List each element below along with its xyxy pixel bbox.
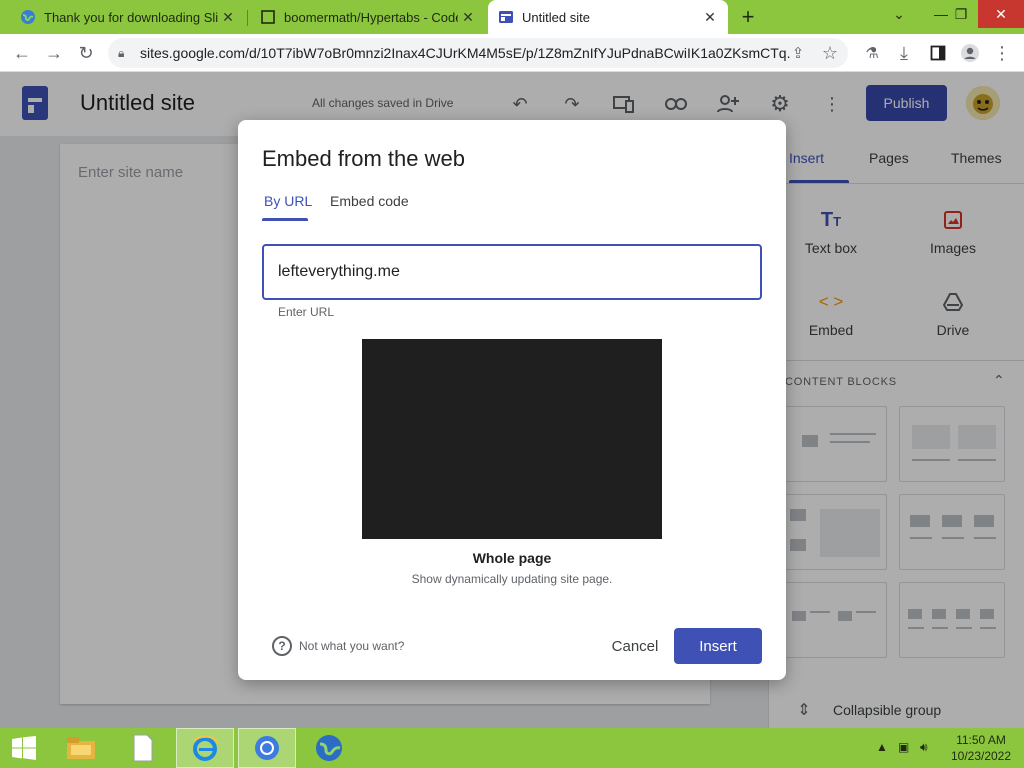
tab-by-url[interactable]: By URL (264, 193, 312, 209)
tab-title: Untitled site (522, 9, 590, 25)
restore-button[interactable]: ❐ (942, 0, 980, 28)
clock-date: 10/23/2022 (950, 749, 1012, 763)
insert-button[interactable]: Insert (674, 628, 762, 664)
tab-embed-code[interactable]: Embed code (330, 193, 409, 209)
show-hidden-icons[interactable]: ▲ (876, 740, 888, 754)
browser-tab-slimjet[interactable]: Thank you for downloading Slim ✕ (0, 0, 246, 34)
lock-icon: 🔒︎ (118, 45, 125, 60)
chrome-icon[interactable] (238, 728, 296, 768)
network-icon[interactable]: ▣ (898, 740, 909, 754)
clock-time: 11:50 AM (956, 733, 1006, 747)
new-tab-button[interactable]: + (736, 4, 760, 29)
browser-tab-codesandbox[interactable]: boomermath/Hypertabs - CodeS ✕ (240, 0, 486, 34)
globe-icon (20, 9, 36, 25)
tab-title: Thank you for downloading Slim (44, 9, 218, 25)
close-window-button[interactable]: ✕ (978, 0, 1024, 28)
system-clock[interactable]: 11:50 AM 10/23/2022 (946, 732, 1016, 764)
codesandbox-icon (260, 9, 276, 25)
internet-explorer-icon[interactable] (176, 728, 234, 768)
tab-search-icon[interactable]: ⌄ (880, 0, 918, 28)
profile-icon[interactable] (958, 41, 982, 65)
forward-icon[interactable]: → (42, 41, 66, 65)
bookmark-star-icon[interactable]: ☆ (818, 41, 842, 65)
notepad-icon[interactable] (114, 728, 172, 768)
close-tab-icon[interactable]: ✕ (458, 7, 478, 27)
reload-icon[interactable]: ↻ (74, 41, 98, 65)
embed-dialog: Embed from the web By URL Embed code lef… (238, 120, 786, 680)
help-link[interactable]: Not what you want? (299, 639, 404, 653)
share-icon[interactable]: ⇪ (786, 41, 810, 65)
start-button[interactable] (0, 728, 48, 768)
browser-tab-untitled-site[interactable]: Untitled site ✕ (488, 0, 728, 34)
browser-menu-icon[interactable]: ⋮ (990, 41, 1014, 65)
url-text: sites.google.com/d/10T7ibW7oBr0mnzi2Inax… (140, 45, 790, 61)
address-bar[interactable]: 🔒︎ sites.google.com/d/10T7ibW7oBr0mnzi2I… (108, 38, 848, 68)
url-input[interactable]: lefteverything.me (262, 244, 762, 300)
browser-toolbar: ← → ↻ 🔒︎ sites.google.com/d/10T7ibW7oBr0… (0, 34, 1024, 72)
file-explorer-icon[interactable] (52, 728, 110, 768)
close-tab-icon[interactable]: ✕ (218, 7, 238, 27)
back-icon[interactable]: ← (10, 41, 34, 65)
side-panel-icon[interactable] (926, 41, 950, 65)
dialog-title: Embed from the web (262, 146, 465, 171)
sites-icon (498, 9, 514, 25)
volume-icon[interactable]: 🔊︎ (920, 740, 928, 755)
windows-taskbar: ▲ ▣ 🔊︎ 11:50 AM 10/23/2022 (0, 728, 1024, 768)
tab-strip: Thank you for downloading Slim ✕ boomerm… (0, 0, 1024, 34)
labs-flask-icon[interactable]: ⚗ (860, 41, 884, 65)
download-icon[interactable]: ⤓ (892, 41, 916, 65)
tab-title: boomermath/Hypertabs - CodeS (284, 9, 458, 25)
preview-description: Show dynamically updating site page. (411, 572, 613, 586)
url-helper-text: Enter URL (278, 305, 335, 319)
active-tab-indicator (262, 218, 308, 221)
preview-title: Whole page (472, 550, 552, 566)
cancel-button[interactable]: Cancel (602, 628, 668, 664)
help-icon[interactable]: ? (272, 636, 292, 656)
embed-preview (362, 339, 662, 539)
close-tab-icon[interactable]: ✕ (700, 7, 720, 27)
globe-browser-icon[interactable] (300, 728, 358, 768)
